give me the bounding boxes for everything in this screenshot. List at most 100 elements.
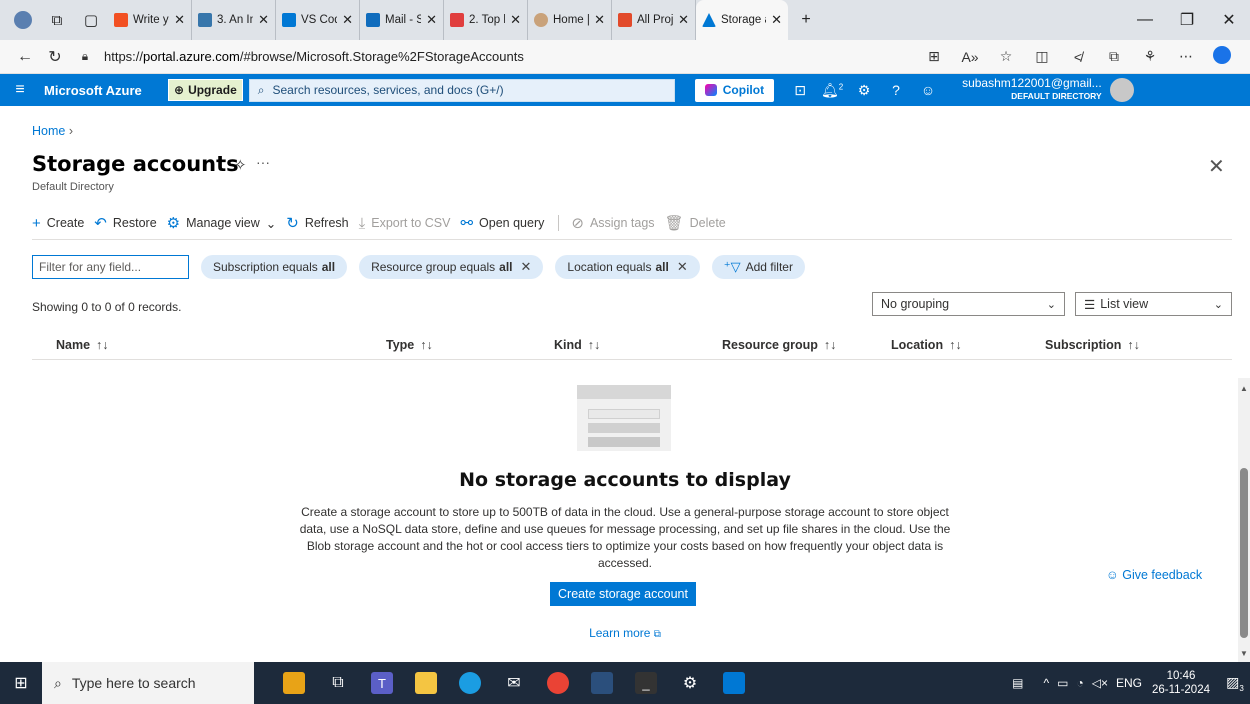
scroll-thumb[interactable]	[1240, 468, 1248, 638]
manage-view-button[interactable]: ⚙ Manage view ⌄	[167, 214, 277, 232]
browser-tab[interactable]: 3. An Infor✕	[192, 0, 276, 40]
close-tab-icon[interactable]: ✕	[594, 12, 605, 28]
browser-tab-active[interactable]: Storage ac✕	[696, 0, 788, 40]
favorite-star-icon[interactable]: ☆	[988, 48, 1024, 65]
avatar[interactable]	[1109, 78, 1134, 102]
pin-icon[interactable]: ✧	[234, 156, 247, 174]
extensions-icon[interactable]: ⚘	[1132, 48, 1168, 65]
add-filter-button[interactable]: ⁺▽ Add filter	[711, 255, 805, 279]
delete-button[interactable]: 🗑︎ Delete	[665, 214, 726, 232]
show-hidden-icon[interactable]: ^	[1044, 676, 1050, 690]
more-options-icon[interactable]: ···	[256, 154, 270, 170]
close-window-button[interactable]: ✕	[1208, 10, 1250, 30]
menu-icon[interactable]: ≡	[0, 81, 40, 99]
terminal-app-icon[interactable]: _	[624, 662, 668, 704]
tab-actions-icon[interactable]: ▢	[74, 0, 108, 40]
scroll-down-icon[interactable]: ▼	[1240, 649, 1248, 658]
restore-button[interactable]: ↶ Restore	[94, 214, 156, 232]
notification-center-icon[interactable]: ▨3	[1220, 674, 1250, 693]
copilot-button[interactable]: Copilot	[694, 78, 775, 102]
news-icon[interactable]: ▤	[1012, 676, 1023, 690]
split-screen-icon[interactable]: ◫	[1024, 48, 1060, 65]
copilot-browser-icon[interactable]	[1204, 46, 1240, 67]
browser-tab[interactable]: Write your✕	[108, 0, 192, 40]
lock-icon[interactable]: 🔒︎	[70, 49, 100, 64]
settings-app-icon[interactable]: ⚙	[668, 662, 712, 704]
close-tab-icon[interactable]: ✕	[771, 12, 782, 28]
mail-app-icon[interactable]: ✉	[492, 662, 536, 704]
resource-group-filter-pill[interactable]: Resource group equals all ✕	[359, 255, 544, 279]
language-indicator[interactable]: ENG	[1116, 676, 1142, 690]
settings-icon[interactable]: ⚙	[848, 82, 880, 99]
browser-tab[interactable]: Home | Se✕	[528, 0, 612, 40]
more-icon[interactable]: ⋯	[1168, 48, 1204, 65]
profile-icon[interactable]	[6, 0, 40, 40]
teams-app-icon[interactable]: T	[360, 662, 404, 704]
remove-filter-icon[interactable]: ✕	[521, 259, 532, 275]
location-filter-pill[interactable]: Location equals all ✕	[555, 255, 700, 279]
create-button[interactable]: + Create	[32, 215, 84, 232]
vscode-app-icon[interactable]	[712, 662, 756, 704]
read-aloud-icon[interactable]: A»	[952, 49, 988, 65]
breadcrumb[interactable]: Home ›	[32, 124, 73, 138]
feedback-icon[interactable]: ☺	[912, 82, 944, 98]
reload-icon[interactable]: ↻	[40, 47, 70, 67]
column-name[interactable]: Name ↑↓	[56, 338, 109, 352]
close-tab-icon[interactable]: ✕	[678, 12, 689, 28]
learn-more-link[interactable]: Learn more ⧉	[0, 626, 1250, 640]
url-field[interactable]: https://portal.azure.com/#browse/Microso…	[104, 49, 916, 64]
minimize-button[interactable]: —	[1124, 11, 1166, 29]
scrollbar[interactable]: ▲ ▼	[1238, 378, 1250, 662]
column-type[interactable]: Type ↑↓	[386, 338, 433, 352]
open-query-button[interactable]: ⚯ Open query	[460, 214, 544, 232]
close-tab-icon[interactable]: ✕	[426, 12, 437, 28]
new-tab-button[interactable]: +	[788, 11, 824, 29]
browser-tab[interactable]: Mail - Sub✕	[360, 0, 444, 40]
upgrade-button[interactable]: ⊕ Upgrade	[168, 79, 243, 101]
back-icon[interactable]: ←	[10, 48, 40, 66]
app-icon[interactable]	[580, 662, 624, 704]
refresh-button[interactable]: ↻ Refresh	[286, 214, 348, 232]
notifications-icon[interactable]: 🔔︎2	[816, 82, 848, 99]
file-explorer-icon[interactable]	[404, 662, 448, 704]
column-subscription[interactable]: Subscription ↑↓	[1045, 338, 1140, 352]
battery-icon[interactable]: ▭	[1057, 676, 1068, 690]
help-icon[interactable]: ?	[880, 82, 912, 98]
wifi-icon[interactable]: ◔	[1077, 676, 1084, 690]
close-icon[interactable]: ✕	[1208, 154, 1225, 179]
filter-input[interactable]: Filter for any field...	[32, 255, 189, 279]
close-tab-icon[interactable]: ✕	[510, 12, 521, 28]
assign-tags-button[interactable]: ⊘ Assign tags	[571, 214, 654, 232]
export-csv-button[interactable]: ⤓ Export to CSV	[359, 215, 451, 232]
cloud-shell-icon[interactable]: ⊡	[784, 82, 816, 99]
grouping-dropdown[interactable]: No grouping ⌄	[872, 292, 1065, 316]
column-kind[interactable]: Kind ↑↓	[554, 338, 600, 352]
favorites-icon[interactable]: ≮	[1060, 49, 1096, 65]
workspaces-icon[interactable]: ⧉	[40, 0, 74, 40]
browser-tab[interactable]: All Project✕	[612, 0, 696, 40]
clock[interactable]: 10:46 26-11-2024	[1152, 669, 1210, 697]
chrome-app-icon[interactable]	[536, 662, 580, 704]
browser-tab[interactable]: 2. Top leve✕	[444, 0, 528, 40]
close-tab-icon[interactable]: ✕	[174, 12, 185, 28]
account-info[interactable]: subashm122001@gmail... DEFAULT DIRECTORY	[962, 77, 1102, 103]
azure-brand[interactable]: Microsoft Azure	[44, 83, 168, 98]
remove-filter-icon[interactable]: ✕	[677, 259, 688, 275]
taskbar-search-input[interactable]: ⌕ Type here to search	[42, 662, 254, 704]
briefcase-app-icon[interactable]	[272, 662, 316, 704]
volume-icon[interactable]: ◁×	[1092, 676, 1108, 690]
restore-window-button[interactable]: ❐	[1166, 10, 1208, 30]
edge-app-icon[interactable]	[448, 662, 492, 704]
give-feedback-link[interactable]: ☺ Give feedback	[1106, 568, 1202, 582]
view-dropdown[interactable]: ☰ List view ⌄	[1075, 292, 1232, 316]
close-tab-icon[interactable]: ✕	[342, 12, 353, 28]
close-tab-icon[interactable]: ✕	[258, 12, 269, 28]
column-resource-group[interactable]: Resource group ↑↓	[722, 338, 836, 352]
windows-start-icon[interactable]: ⊞	[0, 673, 42, 693]
collections-icon[interactable]: ⧉	[1096, 48, 1132, 65]
create-storage-account-button[interactable]: Create storage account	[550, 582, 696, 606]
scroll-up-icon[interactable]: ▲	[1240, 384, 1248, 393]
browser-tab[interactable]: VS Code fo✕	[276, 0, 360, 40]
task-view-icon[interactable]: ⧉	[316, 662, 360, 704]
global-search-input[interactable]: ⌕ Search resources, services, and docs (G…	[248, 78, 675, 102]
